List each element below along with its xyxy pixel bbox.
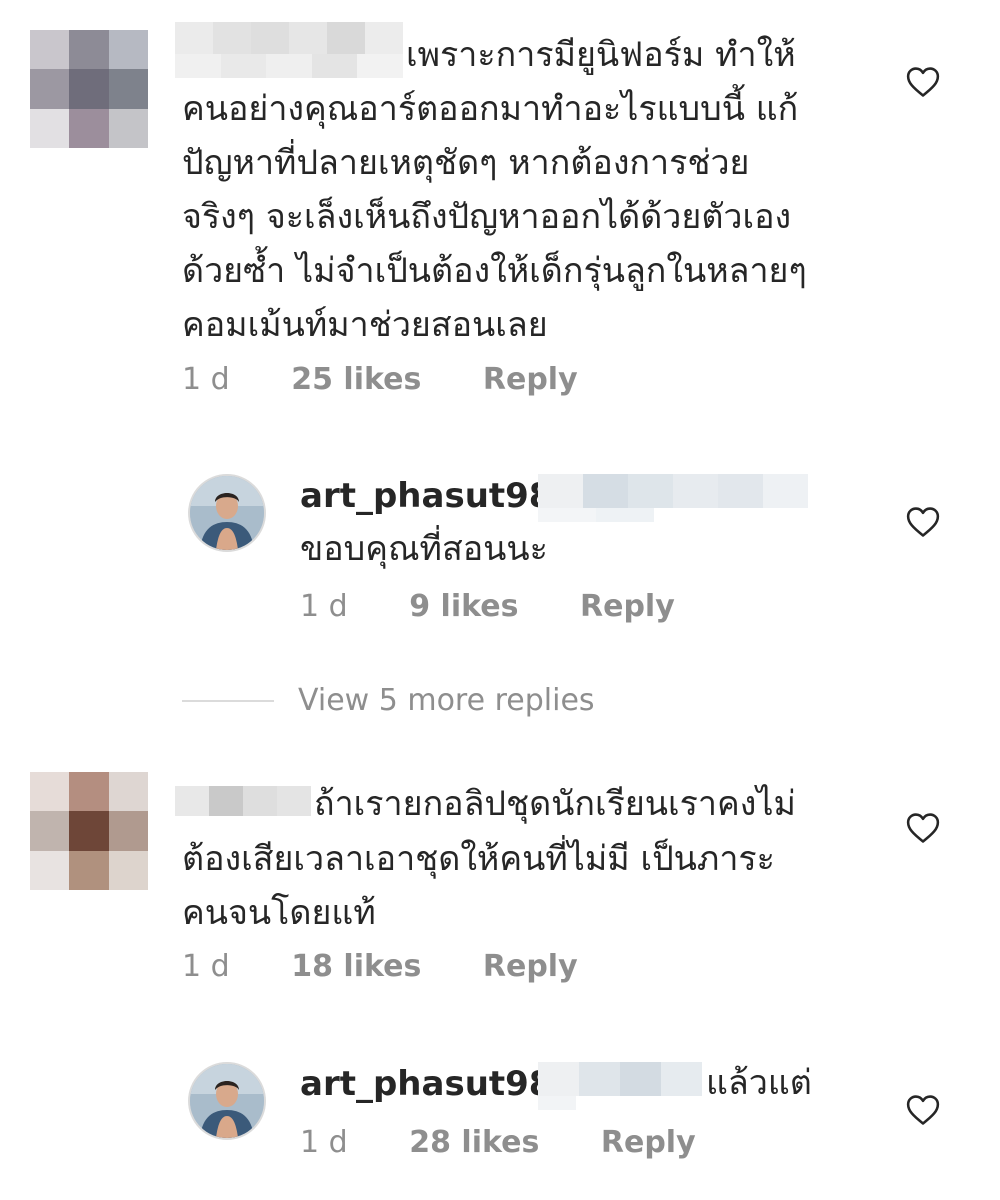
avatar[interactable] [30,30,148,148]
reply-username[interactable]: art_phasut98 [300,1064,552,1104]
view-more-replies-button[interactable]: View 5 more replies [298,683,595,718]
reply-button[interactable]: Reply [483,362,578,397]
reply-text: แล้วแต่ [706,1063,812,1103]
redacted-text [538,1096,576,1110]
profile-photo [190,476,264,550]
likes-count[interactable]: 25 likes [291,362,421,397]
avatar[interactable] [188,474,266,552]
view-more-divider [182,700,274,702]
redacted-text [538,474,808,508]
comment-text: ถ้าเรายกอลิปชุดนักเรียนเราคงไม่ [314,784,796,824]
reply-meta: 1 d 28 likes Reply [300,1125,696,1160]
redacted-username [175,22,403,54]
likes-count[interactable]: 28 likes [409,1125,539,1160]
redacted-text [538,1062,702,1096]
reply-button[interactable]: Reply [601,1125,696,1160]
redacted-username [175,54,403,78]
comment-meta: 1 d 25 likes Reply [182,362,578,397]
comment-text: จริงๆ จะเล็งเห็นถึงปัญหาออกได้ด้วยตัวเอง [182,197,792,237]
comment-text: ด้วยซ้ำ ไม่จำเป็นต้องให้เด็กรุ่นลูกในหลา… [182,251,807,291]
profile-photo [190,1064,264,1138]
timestamp: 1 d [182,949,230,984]
redacted-username [175,786,311,816]
timestamp: 1 d [182,362,230,397]
heart-icon[interactable] [906,812,940,844]
comment-text: เพราะการมียูนิฟอร์ม ทำให้ [406,35,796,75]
avatar[interactable] [188,1062,266,1140]
comment-text: ต้องเสียเวลาเอาชุดให้คนที่ไม่มี เป็นภาระ [182,839,775,879]
reply-button[interactable]: Reply [580,589,675,624]
heart-icon[interactable] [906,506,940,538]
comment-text: คอมเม้นท์มาช่วยสอนเลย [182,305,548,345]
timestamp: 1 d [300,589,348,624]
heart-icon[interactable] [906,66,940,98]
redacted-text [538,508,654,522]
heart-icon[interactable] [906,1094,940,1126]
avatar[interactable] [30,772,148,890]
reply-meta: 1 d 9 likes Reply [300,589,675,624]
comment-text: ปัญหาที่ปลายเหตุชัดๆ หากต้องการช่วย [182,143,750,183]
likes-count[interactable]: 18 likes [291,949,421,984]
reply-text: ขอบคุณที่สอนนะ [300,529,548,569]
timestamp: 1 d [300,1125,348,1160]
reply-username[interactable]: art_phasut98 [300,476,552,516]
comment-text: คนอย่างคุณอาร์ตออกมาทำอะไรแบบนี้ แก้ [182,89,799,129]
likes-count[interactable]: 9 likes [409,589,518,624]
reply-button[interactable]: Reply [483,949,578,984]
comment-text: คนจนโดยแท้ [182,893,376,933]
comment-meta: 1 d 18 likes Reply [182,949,578,984]
